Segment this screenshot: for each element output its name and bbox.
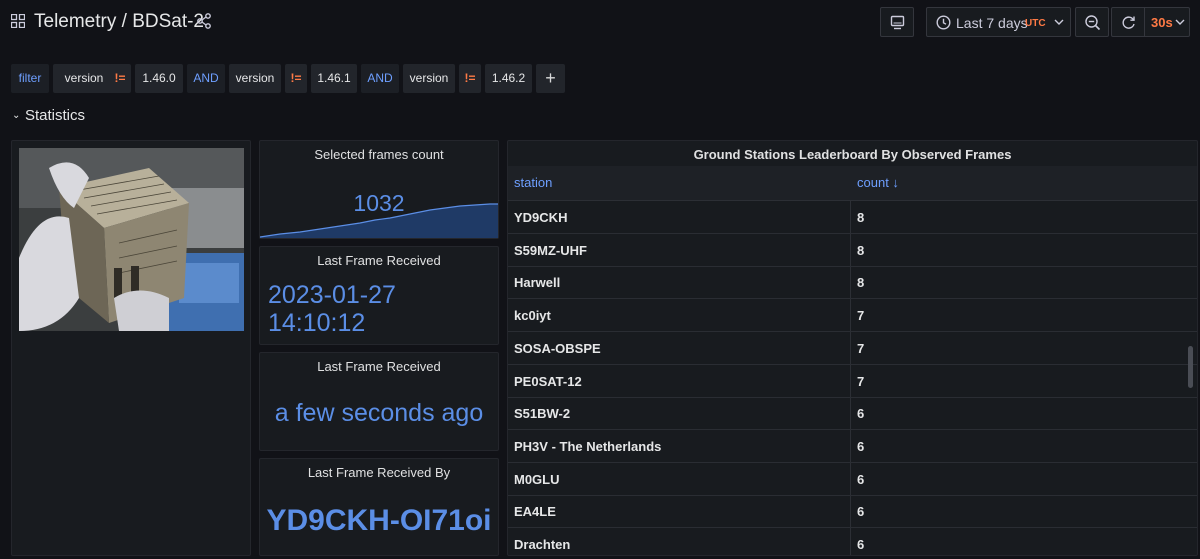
table-row: PE0SAT-12 7 <box>508 365 1197 398</box>
table-row: Drachten 6 <box>508 528 1197 555</box>
panel-title: Selected frames count <box>314 147 444 162</box>
table-header: station count ↓ <box>508 166 1197 201</box>
last-frame-received-panel: Last Frame Received 2023-01-27 14:10:12 <box>259 246 499 345</box>
count-cell: 7 <box>857 308 865 324</box>
filter-operator[interactable]: != <box>109 64 131 93</box>
add-filter-button[interactable]: + <box>536 64 565 93</box>
column-header-station[interactable]: station <box>514 175 552 190</box>
last-frame-received-by-panel: Last Frame Received By YD9CKH-OI71oi <box>259 458 499 556</box>
refresh-button[interactable] <box>1111 7 1145 37</box>
station-cell: SOSA-OBSPE <box>514 340 601 356</box>
filter-operator[interactable]: != <box>285 64 307 93</box>
station-cell: Drachten <box>514 537 571 552</box>
station-cell: EA4LE <box>514 504 556 520</box>
row-title: Statistics <box>25 107 86 124</box>
station-cell: PH3V - The Netherlands <box>514 438 662 454</box>
time-range-picker[interactable]: Last 7 days UTC <box>926 7 1071 37</box>
filter-value[interactable]: 1.46.2 <box>485 64 532 93</box>
filter-and: AND <box>187 64 225 93</box>
dashboards-grid-icon[interactable] <box>11 14 25 28</box>
column-header-count[interactable]: count ↓ <box>857 175 899 190</box>
top-bar: Telemetry / BDSat-2 Last 7 days UTC 30s <box>0 0 1200 46</box>
filter-key[interactable]: version <box>53 64 115 93</box>
frames-count-value: 1032 <box>353 190 405 216</box>
table-row: PH3V - The Netherlands 6 <box>508 430 1197 463</box>
count-cell: 7 <box>857 373 865 389</box>
table-row: Harwell 8 <box>508 266 1197 300</box>
count-cell: 6 <box>857 471 865 487</box>
refresh-interval-picker[interactable]: 30s <box>1144 7 1190 37</box>
table-row: SOSA-OBSPE 7 <box>508 332 1197 365</box>
table-row: EA4LE 6 <box>508 495 1197 529</box>
table-row: S51BW-2 6 <box>508 397 1197 431</box>
station-cell: YD9CKH <box>514 210 568 225</box>
count-cell: 8 <box>857 275 865 291</box>
satellite-image-panel <box>11 140 251 556</box>
last-frame-relative-value: a few seconds ago <box>274 399 484 427</box>
refresh-interval-value: 30s <box>1151 15 1173 30</box>
filter-key[interactable]: version <box>229 64 281 93</box>
station-cell: Harwell <box>514 275 561 291</box>
panel-title: Ground Stations Leaderboard By Observed … <box>693 147 1012 162</box>
count-cell: 6 <box>857 504 865 520</box>
last-frame-station-value: YD9CKH-OI71oi <box>266 504 492 537</box>
selected-frames-count-panel: Selected frames count 1032 <box>259 140 499 239</box>
timezone-label: UTC <box>1025 18 1046 29</box>
count-cell: 8 <box>857 242 865 258</box>
station-cell: S59MZ-UHF <box>514 242 587 258</box>
dashboard-title[interactable]: Telemetry / BDSat-2 <box>34 11 204 33</box>
count-cell: 8 <box>857 210 865 225</box>
zoom-out-icon <box>1085 15 1101 31</box>
filter-label: filter <box>11 64 49 93</box>
chevron-down-icon: ⌄ <box>12 110 21 121</box>
clock-icon <box>936 15 951 30</box>
chevron-down-icon <box>1054 19 1064 25</box>
chevron-down-icon <box>1175 19 1185 25</box>
last-frame-datetime: 2023-01-27 14:10:12 <box>268 281 396 337</box>
table-row: kc0iyt 7 <box>508 299 1197 333</box>
last-frame-date: 2023-01-27 <box>268 281 396 309</box>
ground-stations-leaderboard-panel: Ground Stations Leaderboard By Observed … <box>507 140 1198 556</box>
row-toggle-statistics[interactable]: ⌄ Statistics <box>12 107 85 124</box>
table-row: M0GLU 6 <box>508 463 1197 496</box>
station-cell: M0GLU <box>514 471 560 487</box>
station-cell: PE0SAT-12 <box>514 373 582 389</box>
count-cell: 6 <box>857 438 865 454</box>
table-row: S59MZ-UHF 8 <box>508 234 1197 267</box>
table-scrollbar[interactable] <box>1188 346 1193 388</box>
count-cell: 6 <box>857 537 865 552</box>
time-range-label: Last 7 days <box>956 15 1028 31</box>
satellite-photo <box>19 148 244 331</box>
count-cell: 7 <box>857 340 865 356</box>
filter-key[interactable]: version <box>403 64 455 93</box>
last-frame-time: 14:10:12 <box>268 309 366 337</box>
count-cell: 6 <box>857 406 865 422</box>
panel-title: Last Frame Received By <box>307 465 451 480</box>
filter-value[interactable]: 1.46.0 <box>135 64 183 93</box>
tv-mode-button[interactable] <box>880 7 914 37</box>
station-cell: kc0iyt <box>514 308 551 324</box>
panel-title: Last Frame Received <box>317 253 441 268</box>
filter-value[interactable]: 1.46.1 <box>311 64 357 93</box>
table-row: YD9CKH 8 <box>508 201 1197 234</box>
zoom-out-button[interactable] <box>1075 7 1109 37</box>
refresh-icon <box>1122 16 1135 29</box>
filter-and: AND <box>361 64 399 93</box>
panel-title: Last Frame Received <box>317 359 441 374</box>
station-cell: S51BW-2 <box>514 406 571 422</box>
share-icon[interactable] <box>196 13 212 29</box>
filter-operator[interactable]: != <box>459 64 481 93</box>
monitor-icon <box>890 15 905 30</box>
last-frame-relative-panel: Last Frame Received a few seconds ago <box>259 352 499 451</box>
